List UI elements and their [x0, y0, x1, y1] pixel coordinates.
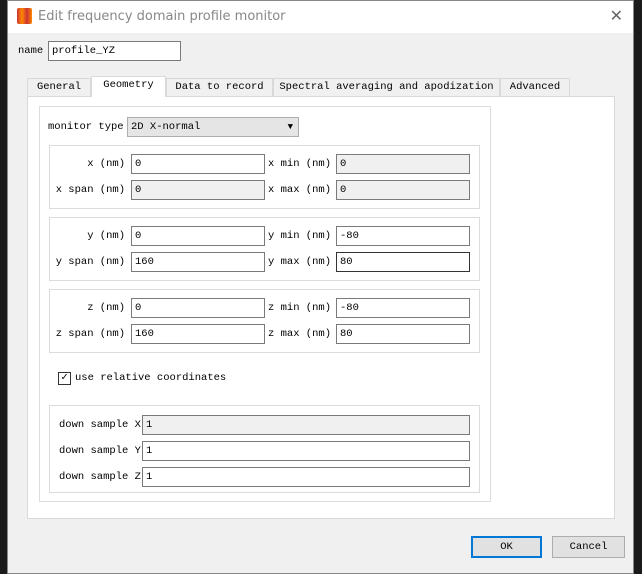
- z-span-input[interactable]: 160: [131, 324, 265, 344]
- downsample-y-input[interactable]: 1: [142, 441, 470, 461]
- tab-data-to-record[interactable]: Data to record: [166, 78, 273, 97]
- y-span-input[interactable]: 160: [131, 252, 265, 272]
- dialog: Edit frequency domain profile monitor ✕ …: [7, 0, 634, 574]
- z-min-label: z min (nm): [267, 302, 331, 314]
- monitor-type-value: 2D X-normal: [131, 121, 201, 133]
- x-max-input[interactable]: 0: [336, 180, 470, 200]
- relative-coordinates-checkbox[interactable]: ✓: [58, 372, 71, 385]
- tab-general[interactable]: General: [27, 78, 91, 97]
- z-min-input[interactable]: -80: [336, 298, 470, 318]
- x-center-label: x (nm): [87, 158, 125, 170]
- z-group: z (nm) 0 z span (nm) 160 z min (nm) -80 …: [49, 289, 480, 353]
- monitor-type-label: monitor type: [48, 121, 124, 133]
- x-span-label: x span (nm): [55, 184, 125, 196]
- x-min-input[interactable]: 0: [336, 154, 470, 174]
- x-min-label: x min (nm): [267, 158, 331, 170]
- y-min-label: y min (nm): [267, 230, 331, 242]
- z-max-label: z max (nm): [267, 328, 331, 340]
- downsample-group: down sample X 1 down sample Y 1 down sam…: [49, 405, 480, 493]
- y-group: y (nm) 0 y span (nm) 160 y min (nm) -80 …: [49, 217, 480, 281]
- relative-coordinates-label: use relative coordinates: [75, 372, 227, 384]
- cancel-button[interactable]: Cancel: [552, 536, 625, 558]
- y-center-label: y (nm): [87, 230, 125, 242]
- y-max-input[interactable]: 80: [336, 252, 470, 272]
- ok-button[interactable]: OK: [471, 536, 542, 558]
- z-center-input[interactable]: 0: [131, 298, 265, 318]
- y-span-label: y span (nm): [55, 256, 125, 268]
- window-title: Edit frequency domain profile monitor: [38, 9, 286, 24]
- z-center-label: z (nm): [87, 302, 125, 314]
- y-center-input[interactable]: 0: [131, 226, 265, 246]
- downsample-x-input[interactable]: 1: [142, 415, 470, 435]
- downsample-x-label: down sample X: [59, 419, 141, 431]
- downsample-z-input[interactable]: 1: [142, 467, 470, 487]
- monitor-type-select[interactable]: 2D X-normal ▼: [127, 117, 299, 137]
- title-bar: Edit frequency domain profile monitor ✕: [8, 1, 633, 33]
- x-max-label: x max (nm): [267, 184, 331, 196]
- tab-advanced[interactable]: Advanced: [500, 78, 570, 97]
- x-span-input[interactable]: 0: [131, 180, 265, 200]
- downsample-y-label: down sample Y: [59, 445, 141, 457]
- geometry-pane: monitor type 2D X-normal ▼ x (nm) 0 x sp…: [27, 96, 615, 519]
- chevron-down-icon: ▼: [287, 122, 293, 132]
- tab-geometry[interactable]: Geometry: [91, 76, 166, 97]
- x-group: x (nm) 0 x span (nm) 0 x min (nm) 0 x ma…: [49, 145, 480, 209]
- close-icon[interactable]: ✕: [610, 6, 623, 25]
- z-max-input[interactable]: 80: [336, 324, 470, 344]
- app-logo-icon: [17, 8, 32, 24]
- downsample-z-label: down sample Z: [59, 471, 141, 483]
- name-label: name: [18, 45, 44, 57]
- tab-spectral-averaging[interactable]: Spectral averaging and apodization: [273, 78, 500, 97]
- name-input[interactable]: profile_YZ: [48, 41, 181, 61]
- y-max-label: y max (nm): [267, 256, 331, 268]
- x-center-input[interactable]: 0: [131, 154, 265, 174]
- geometry-group: monitor type 2D X-normal ▼ x (nm) 0 x sp…: [39, 106, 491, 502]
- y-min-input[interactable]: -80: [336, 226, 470, 246]
- z-span-label: z span (nm): [55, 328, 125, 340]
